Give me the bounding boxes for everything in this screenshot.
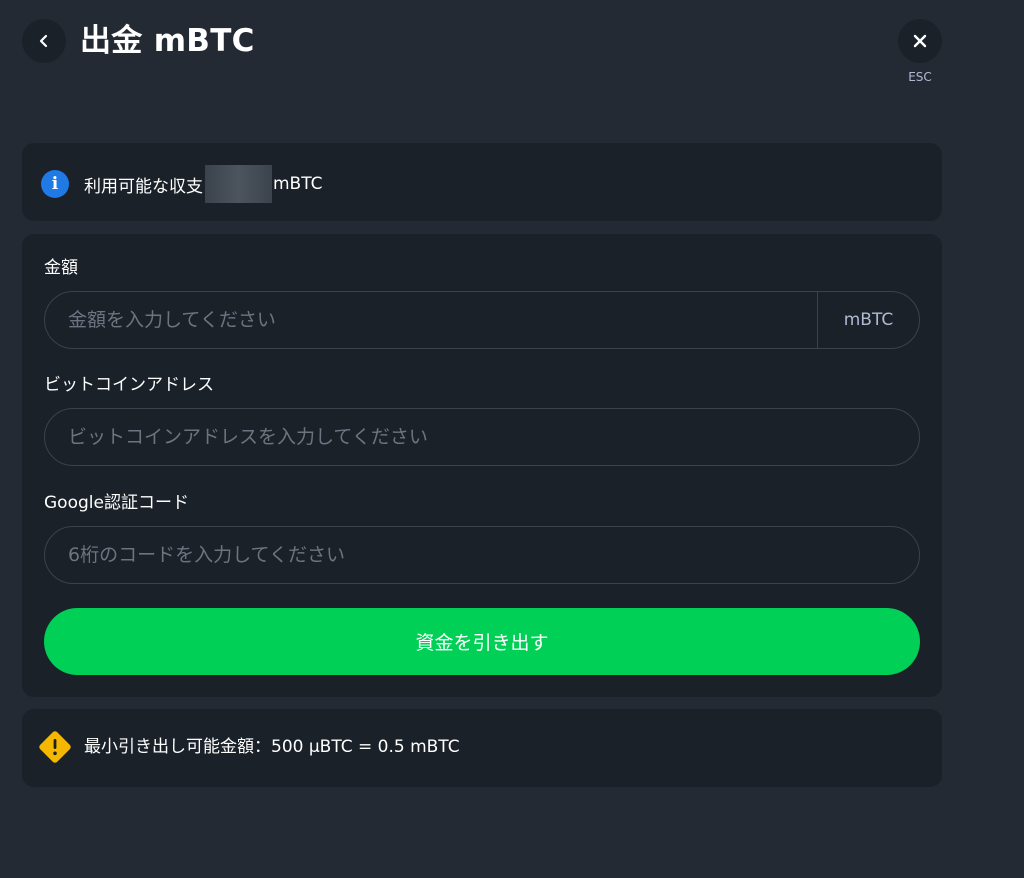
close-button[interactable] (898, 19, 942, 63)
esc-label: ESC (908, 70, 932, 84)
balance-unit: mBTC (273, 174, 323, 194)
page-title: 出金 mBTC (80, 23, 255, 59)
address-label: ビットコインアドレス (44, 375, 214, 395)
address-field (44, 408, 920, 466)
amount-unit-label: mBTC (817, 292, 919, 348)
warning-icon (39, 731, 71, 763)
minimum-withdrawal-text: 最小引き出し可能金額：500 µBTC = 0.5 mBTC (84, 737, 460, 757)
balance-value-redacted (205, 165, 272, 203)
amount-label: 金額 (44, 258, 78, 278)
google-code-input[interactable] (45, 527, 919, 583)
address-input[interactable] (45, 409, 919, 465)
available-balance: 利用可能な収支 mBTC (84, 165, 323, 203)
amount-input[interactable] (45, 292, 817, 348)
back-button[interactable] (22, 19, 66, 63)
google-code-label: Google認証コード (44, 493, 189, 513)
balance-label: 利用可能な収支 (84, 176, 203, 197)
chevron-left-icon (39, 34, 48, 48)
withdraw-button[interactable]: 資金を引き出す (44, 608, 920, 675)
info-icon: i (41, 170, 69, 198)
amount-field: mBTC (44, 291, 920, 349)
google-code-field (44, 526, 920, 584)
close-icon (913, 34, 927, 48)
